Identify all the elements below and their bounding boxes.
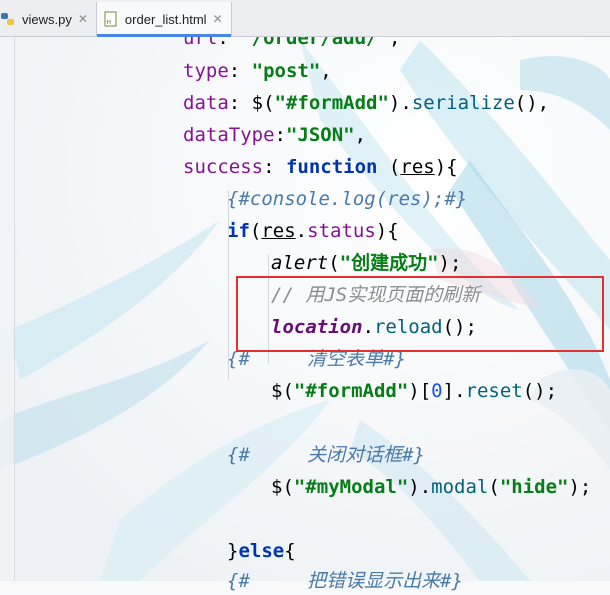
code-line-type: type: "post", [183,60,332,82]
python-file-icon [0,11,18,27]
code-line-close-comment: {# 关闭对话框#} [227,444,425,466]
code-line-success: success: function (res){ [183,156,458,178]
tab-order-list-html[interactable]: H order_list.html ✕ [95,2,232,37]
code-line-reset: $("#formAdd")[0].reset(); [271,380,558,402]
code-line-error-comment: {# 把错误显示出来#} [227,570,463,592]
editor-tab-bar: views.py ✕ H order_list.html ✕ [0,0,610,37]
tab-label: order_list.html [124,11,207,27]
code-line-modal: $("#myModal").modal("hide"); [271,476,592,498]
code-line-console-comment: {#console.log(res);#} [227,188,468,210]
code-line-datatype: dataType:"JSON", [183,124,367,146]
tab-label: views.py [22,11,72,27]
close-icon[interactable]: ✕ [213,12,223,26]
indent-guide [228,190,229,380]
code-line-else: }else{ [227,540,296,562]
close-icon[interactable]: ✕ [78,12,88,26]
red-highlight-box [236,276,604,352]
svg-text:H: H [106,19,111,26]
code-line-data: data: $("#formAdd").serialize(), [183,92,550,114]
code-line-if: if(res.status){ [227,220,399,242]
html-file-icon: H [103,11,121,27]
code-line-alert: alert("创建成功"); [271,252,462,274]
tab-views-py[interactable]: views.py ✕ [0,2,96,36]
